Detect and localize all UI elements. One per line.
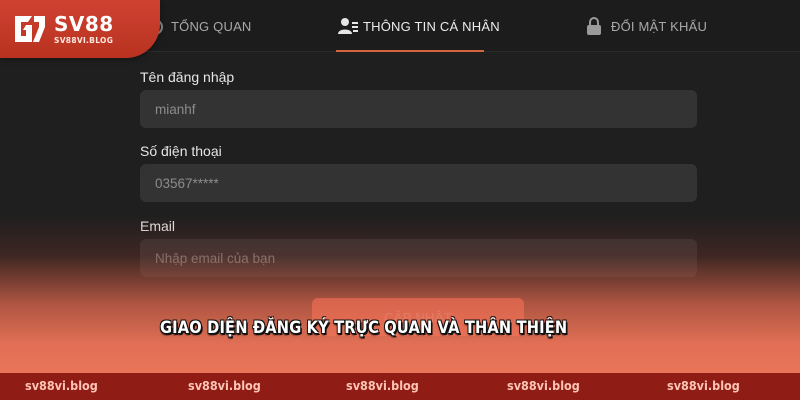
user-profile-icon (338, 17, 358, 35)
email-input[interactable] (155, 250, 697, 266)
watermark-footer: sv88vi.blog sv88vi.blog sv88vi.blog sv88… (0, 373, 800, 400)
tab-personal-info-label: THÔNG TIN CÁ NHÂN (363, 18, 500, 34)
watermark-text: sv88vi.blog (188, 378, 261, 393)
tab-change-password-label: ĐỔI MẬT KHẨU (611, 18, 708, 34)
tab-overview-label: TỔNG QUAN (171, 18, 252, 34)
phone-field[interactable]: 03567***** (140, 164, 697, 202)
active-tab-indicator (336, 50, 484, 52)
promo-caption: GIAO DIỆN ĐĂNG KÝ TRỰC QUAN VÀ THÂN THIỆ… (160, 318, 568, 338)
brand-logo[interactable]: SV88 SV88VI.BLOG (0, 0, 160, 58)
username-value: mianhf (155, 101, 196, 117)
lock-icon (586, 17, 604, 35)
tab-personal-info[interactable]: THÔNG TIN CÁ NHÂN (338, 0, 500, 52)
username-label: Tên đăng nhập (140, 69, 235, 85)
username-field[interactable]: mianhf (140, 90, 697, 128)
watermark-text: sv88vi.blog (25, 378, 98, 393)
brand-site: SV88VI.BLOG (54, 35, 114, 45)
phone-label: Số điện thoại (140, 143, 222, 159)
email-field[interactable] (140, 239, 697, 277)
email-label: Email (140, 218, 176, 234)
watermark-text: sv88vi.blog (507, 378, 580, 393)
watermark-text: sv88vi.blog (667, 378, 740, 393)
brand-name: SV88 (54, 11, 114, 36)
tab-overview[interactable]: TỔNG QUAN (146, 0, 252, 52)
sv88-logo-mark-icon (15, 16, 45, 42)
phone-value: 03567***** (155, 175, 219, 191)
watermark-text: sv88vi.blog (346, 378, 419, 393)
tab-change-password[interactable]: ĐỔI MẬT KHẨU (586, 0, 707, 52)
